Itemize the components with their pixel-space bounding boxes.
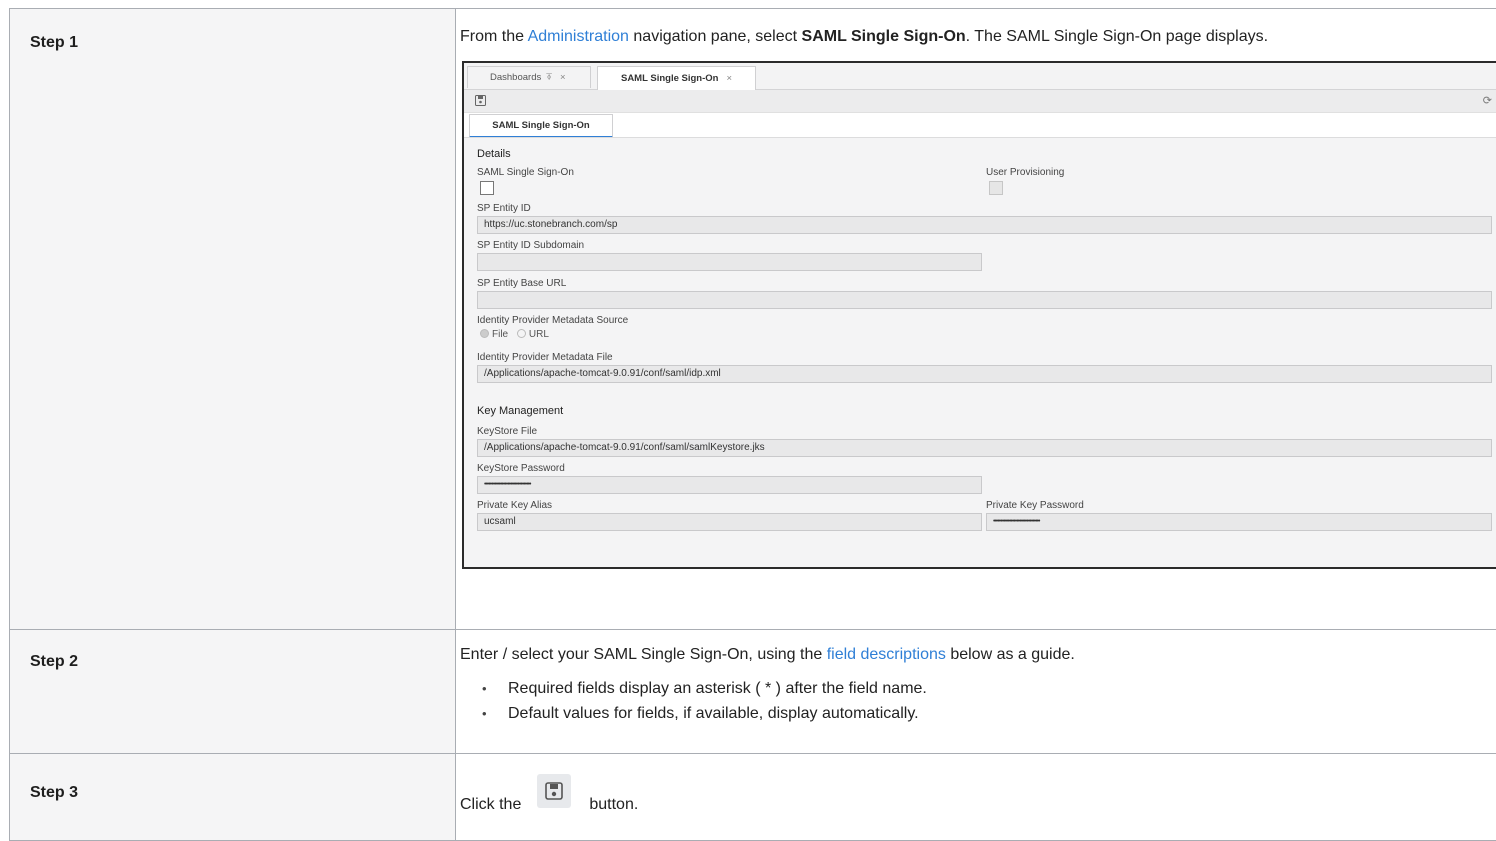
saml-sso-label: SAML Single Sign-On (477, 167, 574, 178)
steps-table: Step 1 From the Administration navigatio… (9, 8, 1496, 841)
step-row: Step 3 Click the button. (10, 754, 1496, 841)
keystore-file-field[interactable]: /Applications/apache-tomcat-9.0.91/conf/… (477, 439, 1492, 457)
sp-entity-base-url-field[interactable] (477, 291, 1492, 309)
step-instruction: From the Administration navigation pane,… (456, 9, 1496, 46)
user-provisioning-checkbox[interactable] (989, 181, 1003, 195)
instruction-text: button. (589, 796, 638, 814)
toolbar: ⟳ (464, 90, 1496, 113)
idp-metadata-file-label: Identity Provider Metadata File (477, 352, 613, 363)
subtab-saml-single-sign-on[interactable]: SAML Single Sign-On (469, 114, 613, 138)
step-label-cell: Step 2 (10, 630, 456, 754)
radio-url-label: URL (529, 329, 549, 340)
radio-url[interactable] (517, 329, 526, 338)
step-label: Step 1 (10, 9, 455, 52)
idp-source-radio-group: File URL (480, 329, 549, 340)
idp-metadata-file-field[interactable]: /Applications/apache-tomcat-9.0.91/conf/… (477, 365, 1492, 383)
user-provisioning-label: User Provisioning (986, 167, 1064, 178)
private-key-alias-field[interactable]: ucsaml (477, 513, 982, 531)
administration-link[interactable]: Administration (528, 28, 629, 45)
sp-entity-id-label: SP Entity ID (477, 203, 531, 214)
save-icon[interactable] (475, 95, 486, 109)
save-icon[interactable] (537, 774, 571, 808)
instruction-text: navigation pane, select (629, 28, 802, 45)
list-item: Default values for fields, if available,… (482, 703, 1496, 724)
saml-sso-checkbox[interactable] (480, 181, 494, 195)
step-label: Step 2 (10, 630, 455, 671)
step-label-cell: Step 1 (10, 9, 456, 630)
sp-entity-id-subdomain-label: SP Entity ID Subdomain (477, 240, 584, 251)
keystore-password-field[interactable]: •••••••••••••••••••••••••••••••• (477, 476, 982, 494)
step-label: Step 3 (10, 754, 455, 802)
radio-file-label: File (492, 329, 508, 340)
step-instruction: Enter / select your SAML Single Sign-On,… (456, 630, 1496, 664)
instruction-text: below as a guide. (946, 646, 1075, 663)
tab-dashboards[interactable]: Dashboards ⍕ × (467, 66, 591, 88)
instruction-text: Enter / select your SAML Single Sign-On,… (460, 646, 827, 663)
refresh-icon[interactable]: ⟳ (1483, 94, 1492, 107)
keystore-password-label: KeyStore Password (477, 463, 565, 474)
instruction-text: From the (460, 28, 528, 45)
instruction-bold: SAML Single Sign-On (802, 28, 966, 45)
instruction-text: Click the (460, 796, 521, 814)
list-item: Required fields display an asterisk ( * … (482, 678, 1496, 699)
saml-form: Details SAML Single Sign-On User Provisi… (464, 137, 1496, 567)
field-descriptions-link[interactable]: field descriptions (827, 646, 946, 663)
private-key-alias-label: Private Key Alias (477, 500, 552, 511)
radio-file[interactable] (480, 329, 489, 338)
sp-entity-id-field[interactable]: https://uc.stonebranch.com/sp (477, 216, 1492, 234)
private-key-password-field[interactable]: •••••••••••••••••••••••••••••••• (986, 513, 1492, 531)
step-description-cell: Click the button. (456, 754, 1496, 841)
key-management-heading: Key Management (477, 405, 563, 417)
tab-bar: Dashboards ⍕ × SAML Single Sign-On × (464, 63, 1496, 90)
details-heading: Details (477, 148, 511, 160)
step-row: Step 1 From the Administration navigatio… (10, 9, 1496, 630)
tab-saml-single-sign-on[interactable]: SAML Single Sign-On × (597, 66, 756, 92)
step-instruction: Click the button. (456, 754, 1496, 814)
idp-metadata-source-label: Identity Provider Metadata Source (477, 315, 628, 326)
saml-page-screenshot: Dashboards ⍕ × SAML Single Sign-On × ⟳ (462, 61, 1496, 569)
step-description-cell: Enter / select your SAML Single Sign-On,… (456, 630, 1496, 754)
close-icon[interactable]: × (726, 73, 732, 84)
sp-entity-base-url-label: SP Entity Base URL (477, 278, 566, 289)
step-label-cell: Step 3 (10, 754, 456, 841)
pin-icon[interactable]: ⍕ (546, 72, 552, 83)
sp-entity-id-subdomain-field[interactable] (477, 253, 982, 271)
private-key-password-label: Private Key Password (986, 500, 1084, 511)
step-row: Step 2 Enter / select your SAML Single S… (10, 630, 1496, 754)
bullet-list: Required fields display an asterisk ( * … (456, 678, 1496, 724)
tab-label: SAML Single Sign-On (621, 73, 718, 84)
step-description-cell: From the Administration navigation pane,… (456, 9, 1496, 630)
close-icon[interactable]: × (560, 72, 566, 83)
keystore-file-label: KeyStore File (477, 426, 537, 437)
tab-label: Dashboards (490, 72, 541, 83)
instruction-text: . The SAML Single Sign-On page displays. (966, 28, 1268, 45)
